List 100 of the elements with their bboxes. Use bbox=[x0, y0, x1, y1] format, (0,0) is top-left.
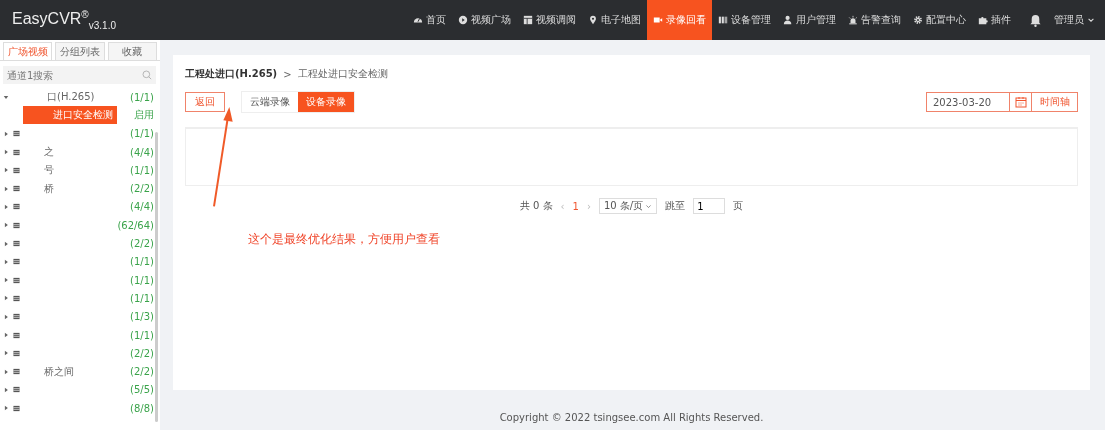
device-group-icon bbox=[13, 258, 20, 266]
caret-icon[interactable] bbox=[3, 350, 9, 357]
alarm-light-icon bbox=[848, 15, 858, 25]
device-group-icon bbox=[13, 148, 20, 156]
caret-icon[interactable] bbox=[3, 222, 9, 229]
scrollbar[interactable] bbox=[155, 132, 158, 422]
caret-icon[interactable] bbox=[3, 167, 9, 174]
caret-icon[interactable] bbox=[3, 368, 9, 375]
channel-count: (1/1) bbox=[130, 256, 154, 268]
timeline-button[interactable]: 时间轴 bbox=[1032, 92, 1078, 112]
channel-count: (1/1) bbox=[130, 91, 154, 103]
sidebar-tab[interactable]: 分组列表 bbox=[55, 42, 105, 60]
device-group-icon bbox=[13, 203, 20, 211]
caret-icon[interactable] bbox=[3, 258, 9, 265]
caret-icon[interactable] bbox=[3, 313, 9, 320]
caret-icon[interactable] bbox=[3, 332, 9, 338]
device-group-icon bbox=[13, 166, 20, 174]
device-group-icon bbox=[13, 294, 20, 302]
settings-icon bbox=[913, 15, 923, 25]
sidebar-tab[interactable]: 收藏 bbox=[107, 42, 157, 60]
caret-icon[interactable] bbox=[3, 240, 9, 247]
tree-item-label[interactable]: 口(H.265) bbox=[47, 90, 95, 105]
device-group-icon bbox=[13, 221, 20, 229]
user-icon bbox=[783, 15, 793, 25]
channel-status: 启用 bbox=[134, 108, 154, 123]
sidebar-tab[interactable]: 广场视频 bbox=[3, 42, 53, 60]
copyright-text: Copyright © 2022 tsingsee.com All Rights Reserved. bbox=[498, 411, 765, 423]
play-icon bbox=[458, 15, 468, 25]
channel-count: (2/2) bbox=[130, 347, 154, 359]
layout-icon bbox=[523, 15, 533, 25]
device-group-icon bbox=[13, 386, 20, 394]
channel-count: (5/5) bbox=[130, 384, 154, 396]
caret-icon[interactable] bbox=[3, 405, 9, 412]
nav-item[interactable]: 视频调阅 bbox=[517, 0, 582, 40]
channel-count: (2/2) bbox=[130, 366, 154, 378]
tree-item-label[interactable]: 桥之间 bbox=[44, 364, 74, 379]
video-camera-icon bbox=[653, 15, 663, 25]
nav-item[interactable]: 用户管理 bbox=[777, 0, 842, 40]
caret-icon[interactable] bbox=[3, 277, 9, 284]
device-group-icon bbox=[13, 240, 20, 247]
channel-count: (1/1) bbox=[130, 274, 154, 286]
device-group-icon bbox=[13, 404, 20, 412]
puzzle-icon bbox=[978, 15, 988, 25]
caret-icon[interactable] bbox=[3, 149, 9, 156]
map-pin-icon bbox=[588, 15, 598, 25]
nav-item[interactable]: 配置中心 bbox=[907, 0, 972, 40]
channel-count: (1/1) bbox=[130, 329, 154, 341]
back-button[interactable]: 返回 bbox=[185, 92, 225, 112]
breadcrumb-current: 工程处进口安全检测 bbox=[297, 67, 388, 81]
source-toggle[interactable]: 设备录像 bbox=[298, 92, 354, 112]
channel-count: (4/4) bbox=[130, 201, 154, 213]
channel-count: (1/3) bbox=[130, 311, 154, 323]
date-field[interactable]: 2023-03-20 bbox=[926, 92, 1010, 112]
chevron-down-icon bbox=[1087, 16, 1095, 24]
channel-count: (4/4) bbox=[130, 146, 154, 158]
user-menu[interactable]: 管理员 bbox=[1054, 13, 1105, 27]
page-number[interactable]: 1 bbox=[572, 200, 579, 212]
device-group-icon bbox=[13, 313, 20, 321]
device-group-icon bbox=[13, 185, 20, 193]
tree-item-label[interactable]: 号 bbox=[44, 163, 54, 178]
page-size-select[interactable]: 10 条/页 bbox=[598, 198, 658, 214]
channel-count: (62/64) bbox=[117, 219, 154, 231]
nav-item[interactable]: 录像回看 bbox=[647, 0, 712, 40]
tree-item-label[interactable]: 之 bbox=[44, 145, 54, 160]
device-group-icon bbox=[13, 349, 20, 357]
breadcrumb-separator: > bbox=[283, 68, 292, 80]
tree-item-label[interactable]: 桥 bbox=[44, 181, 54, 196]
search-field[interactable]: 通道1搜索 bbox=[3, 66, 156, 84]
channel-count: (1/1) bbox=[130, 292, 154, 304]
breadcrumb-link[interactable]: 工程处进口(H.265) bbox=[185, 67, 278, 81]
channel-count: (2/2) bbox=[130, 183, 154, 195]
caret-icon[interactable] bbox=[3, 386, 9, 393]
total-count: 共 0 条 bbox=[519, 199, 553, 213]
nav-item[interactable]: 电子地图 bbox=[582, 0, 647, 40]
channel-count: (1/1) bbox=[130, 164, 154, 176]
channel-item[interactable]: 进口安全检测 bbox=[23, 106, 117, 125]
channel-count: (8/8) bbox=[130, 402, 154, 414]
columns-icon bbox=[718, 15, 728, 25]
gauge-icon bbox=[413, 15, 423, 25]
caret-icon[interactable] bbox=[3, 130, 9, 137]
device-group-icon bbox=[13, 130, 20, 138]
caret-icon[interactable] bbox=[3, 94, 9, 101]
nav-item[interactable]: 插件 bbox=[972, 0, 1017, 40]
page-unit: 页 bbox=[733, 199, 744, 213]
channel-count: (1/1) bbox=[130, 128, 154, 140]
bell-icon[interactable] bbox=[1029, 13, 1042, 27]
nav-item[interactable]: 首页 bbox=[407, 0, 452, 40]
nav-item[interactable]: 视频广场 bbox=[452, 0, 517, 40]
page-jump-field[interactable]: 1 bbox=[693, 198, 726, 214]
nav-item[interactable]: 告警查询 bbox=[842, 0, 907, 40]
calendar-button[interactable] bbox=[1010, 92, 1032, 112]
chevron-down-icon bbox=[645, 202, 653, 210]
caret-icon[interactable] bbox=[3, 185, 9, 192]
device-group-icon bbox=[13, 368, 20, 376]
caret-icon[interactable] bbox=[3, 295, 9, 302]
calendar-icon bbox=[1014, 96, 1027, 108]
caret-icon[interactable] bbox=[3, 203, 9, 210]
nav-item[interactable]: 设备管理 bbox=[712, 0, 777, 40]
device-group-icon bbox=[13, 276, 20, 284]
annotation-text: 这个是最终优化结果，方便用户查看 bbox=[248, 231, 440, 248]
